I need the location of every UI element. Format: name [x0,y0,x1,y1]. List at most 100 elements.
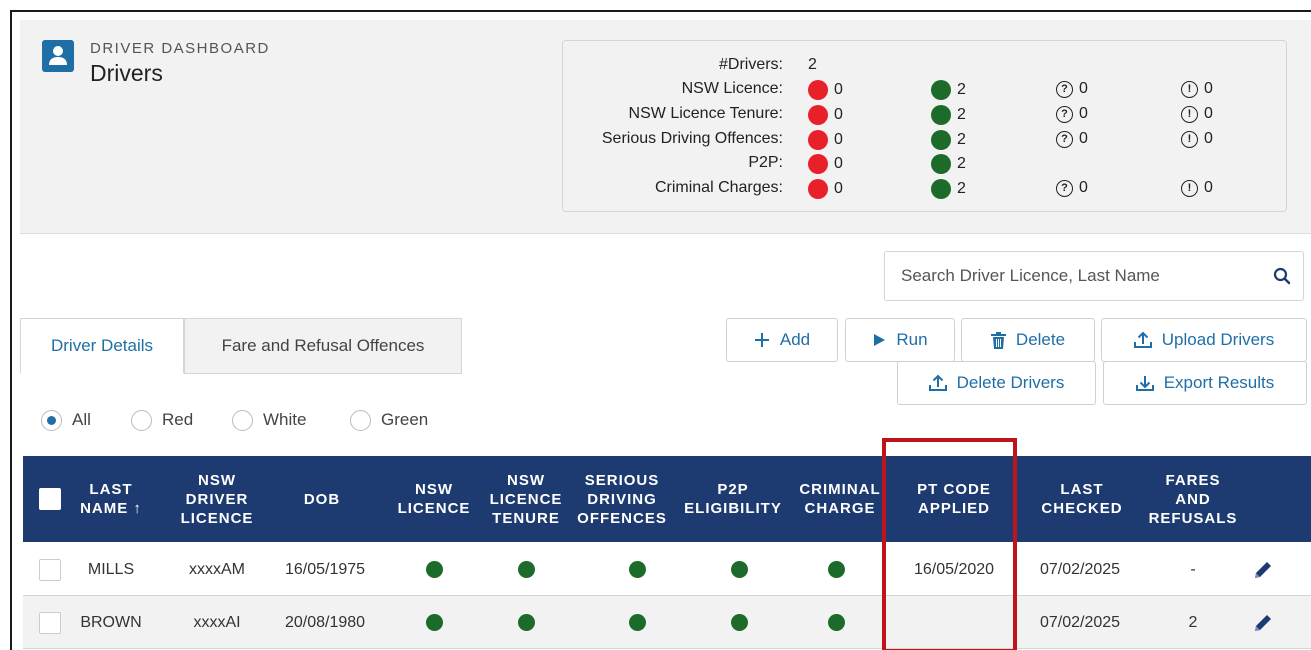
summary-row: Criminal Charges: 0 2 ? 0 ! 0 [563,179,1288,203]
user-icon [42,40,74,72]
red-count: 0 [834,81,843,98]
row-checkbox[interactable] [39,559,61,581]
radio-button[interactable] [131,409,152,431]
tab-driver-details[interactable]: Driver Details [20,318,184,374]
green-status-icon [931,179,951,199]
run-button[interactable]: Run [845,318,955,362]
column-header-criminal-charge[interactable]: CRIMINAL CHARGE [795,456,885,542]
cell-dob: 16/05/1975 [284,560,366,578]
run-button-label: Run [896,330,928,349]
filter-label: White [263,410,307,429]
summary-row: Serious Driving Offences: 0 2 ? 0 ! 0 [563,130,1288,154]
info-icon: ! [1181,80,1198,98]
add-button[interactable]: Add [726,318,838,362]
filter-label: Red [162,410,194,429]
red-status-icon [808,105,828,125]
search-box [884,251,1304,301]
page-title: Drivers [90,60,163,86]
play-icon [874,334,886,346]
green-count: 2 [957,131,966,148]
cell-last-checked: 07/02/2025 [1039,560,1121,578]
unknown-count: 0 [1079,80,1088,97]
column-header-fares-refusals[interactable]: FARES AND REFUSALS [1145,456,1241,542]
radio-button[interactable] [350,409,371,431]
select-all-checkbox[interactable] [39,488,61,510]
export-results-label: Export Results [1163,373,1275,392]
radio-button[interactable] [232,409,253,431]
cell-licence: xxxxAI [193,613,241,631]
export-results-button[interactable]: Export Results [1103,361,1307,405]
delete-button[interactable]: Delete [961,318,1095,362]
row-checkbox[interactable] [39,612,61,634]
green-status-icon [931,154,951,174]
plus-icon [754,333,769,347]
cell-last-name: BROWN [80,613,142,631]
column-header-p2p[interactable]: P2P ELIGIBILITY [677,456,789,542]
red-status-icon [808,130,828,150]
column-header-last-checked[interactable]: LAST CHECKED [1029,456,1135,542]
green-status-icon [425,561,443,578]
table-row[interactable]: BROWN xxxxAI 20/08/1980 07/02/2025 2 [23,596,1311,649]
question-icon: ? [1056,130,1073,148]
search-icon[interactable] [1273,267,1291,290]
delete-drivers-button[interactable]: Delete Drivers [897,361,1096,405]
edit-icon[interactable] [1245,596,1281,649]
green-status-icon [517,561,535,578]
info-count: 0 [1204,80,1213,97]
column-header-serious-offences[interactable]: SERIOUS DRIVING OFFENCES [572,456,672,542]
search-input[interactable] [885,252,1245,300]
filter-green-radio[interactable]: Green [350,409,428,431]
dashboard-header: DRIVER DASHBOARD Drivers #Drivers: 2 NSW… [20,20,1311,234]
info-count: 0 [1204,130,1213,147]
question-icon: ? [1056,105,1073,123]
summary-panel: #Drivers: 2 NSW Licence: 0 2 ? 0 ! 0 NSW L… [562,40,1287,212]
column-header-nsw-licence[interactable]: NSW LICENCE [391,456,477,542]
filter-white-radio[interactable]: White [232,409,306,431]
filter-label: All [72,410,91,429]
green-status-icon [827,561,845,578]
green-status-icon [827,614,845,631]
unknown-count: 0 [1079,179,1088,196]
pt-code-highlight-box [882,438,1017,650]
radio-button[interactable] [41,409,62,431]
column-header-dob[interactable]: DOB [285,456,359,542]
red-count: 0 [834,131,843,148]
summary-row: NSW Licence: 0 2 ? 0 ! 0 [563,80,1288,104]
delete-button-label: Delete [1015,330,1066,349]
green-count: 2 [957,106,966,123]
green-status-icon [730,561,748,578]
summary-drivers-row: #Drivers: 2 [563,56,1288,80]
green-status-icon [517,614,535,631]
green-count: 2 [957,155,966,172]
download-icon [1135,376,1154,391]
info-icon: ! [1181,179,1198,197]
edit-icon[interactable] [1245,543,1281,596]
green-count: 2 [957,81,966,98]
column-header-last-name[interactable]: LAST NAME ↑ [75,456,147,542]
red-status-icon [808,154,828,174]
green-count: 2 [957,180,966,197]
green-status-icon [931,130,951,150]
info-icon: ! [1181,130,1198,148]
table-row[interactable]: MILLS xxxxAM 16/05/1975 16/05/2020 07/02… [23,543,1311,596]
summary-drivers-count: 2 [808,56,817,73]
info-count: 0 [1204,179,1213,196]
tab-fare-refusal-offences[interactable]: Fare and Refusal Offences [184,318,462,374]
summary-row-label: Serious Driving Offences: [601,130,783,147]
red-count: 0 [834,106,843,123]
summary-row-label: NSW Licence: [681,80,783,97]
red-status-icon [808,179,828,199]
red-count: 0 [834,180,843,197]
filter-red-radio[interactable]: Red [131,409,193,431]
summary-row-label: NSW Licence Tenure: [628,105,783,122]
filter-all-radio[interactable]: All [41,409,91,431]
info-icon: ! [1181,105,1198,123]
upload-drivers-button[interactable]: Upload Drivers [1101,318,1307,362]
upload-icon [1133,331,1152,348]
red-status-icon [808,80,828,100]
green-status-icon [931,105,951,125]
green-status-icon [628,561,646,578]
column-header-licence[interactable]: NSW DRIVER LICENCE [170,456,264,542]
column-header-licence-tenure[interactable]: NSW LICENCE TENURE [485,456,567,542]
question-icon: ? [1056,80,1073,98]
